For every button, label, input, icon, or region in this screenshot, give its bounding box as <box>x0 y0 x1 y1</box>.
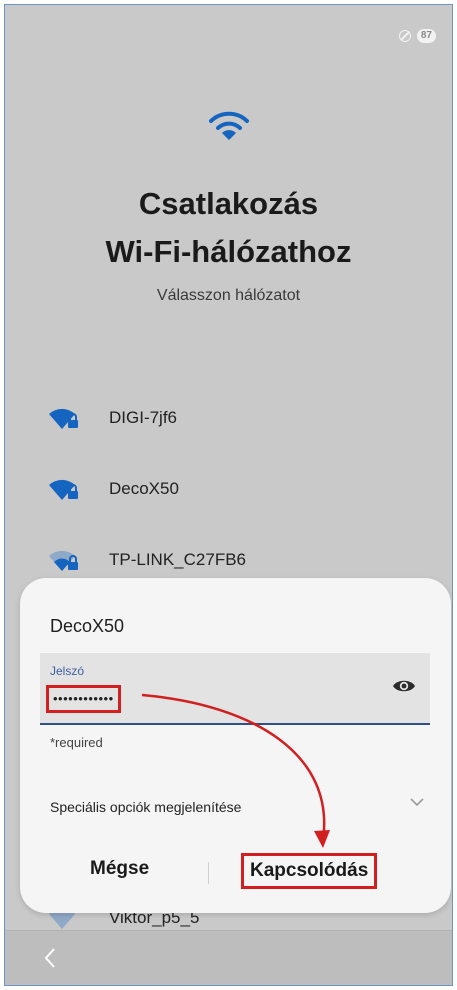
wifi-icon <box>208 111 249 140</box>
status-bar: 87 <box>398 29 436 43</box>
network-item-tplink[interactable]: TP-LINK_C27FB6 <box>48 547 246 573</box>
advanced-options-toggle[interactable]: Speciális opciók megjelenítése <box>50 799 241 815</box>
navigation-bar <box>5 930 452 985</box>
password-label: Jelszó <box>50 664 85 678</box>
network-name: DIGI-7jf6 <box>109 408 178 427</box>
password-field[interactable]: Jelszó •••••••••••• <box>40 653 430 725</box>
battery-indicator: 87 <box>416 29 436 43</box>
page-title: Csatlakozás Wi-Fi-hálózathoz <box>5 180 452 276</box>
network-name: TP-LINK_C27FB6 <box>109 550 246 569</box>
page-title-line-1: Csatlakozás <box>138 186 319 221</box>
password-input[interactable]: •••••••••••• <box>46 685 121 713</box>
back-icon[interactable] <box>43 947 57 969</box>
cancel-button[interactable]: Mégse <box>90 858 149 880</box>
required-hint: *required <box>50 735 103 750</box>
connect-button[interactable]: Kapcsolódás <box>241 853 378 889</box>
page-title-line-2: Wi-Fi-hálózathoz <box>105 234 352 269</box>
do-not-disturb-icon <box>398 30 411 42</box>
wifi-lock-weak-icon <box>49 550 78 571</box>
network-name: DecoX50 <box>109 479 179 498</box>
phone-screen: 87 Csatlakozás Wi-Fi-hálózathoz Válasszo… <box>4 4 453 986</box>
network-item-decox50[interactable]: DecoX50 <box>48 476 179 502</box>
page-subtitle: Válasszon hálózatot <box>156 287 301 304</box>
dialog-network-name: DecoX50 <box>50 616 125 636</box>
network-item-digi[interactable]: DIGI-7jf6 <box>48 405 177 431</box>
wifi-lock-icon <box>49 408 78 429</box>
wifi-lock-icon <box>49 479 78 500</box>
password-dialog: DecoX50 Jelszó •••••••••••• *required Sp… <box>20 578 451 913</box>
button-divider <box>208 862 209 884</box>
chevron-down-icon[interactable] <box>409 794 425 810</box>
show-password-eye-icon[interactable] <box>392 677 416 695</box>
